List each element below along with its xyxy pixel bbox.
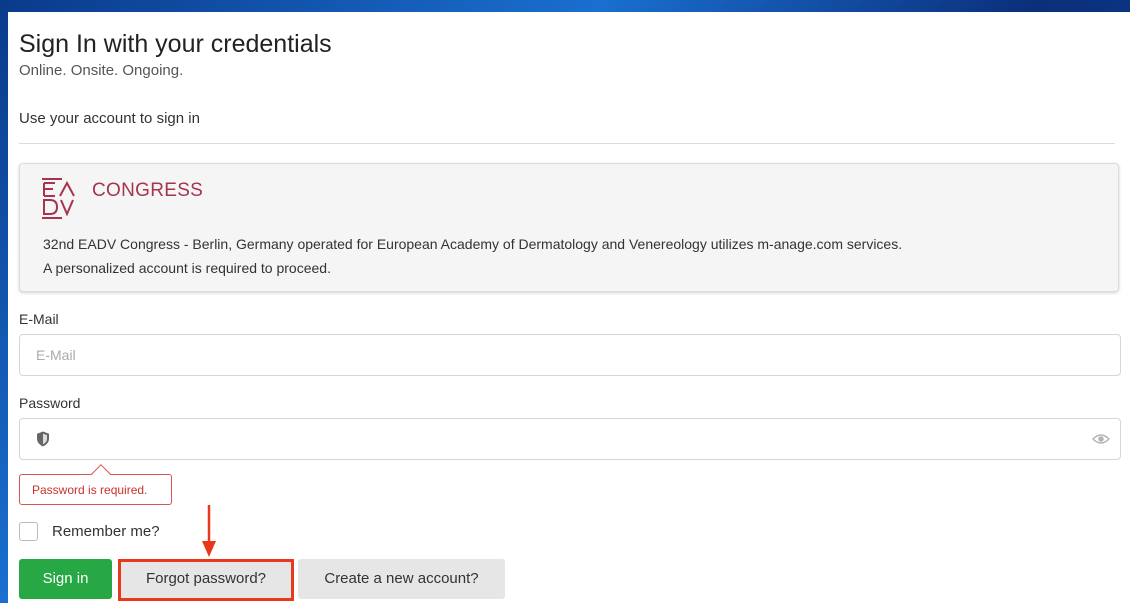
shield-icon <box>37 431 49 447</box>
email-label: E-Mail <box>19 311 59 327</box>
page-subtitle: Online. Onsite. Ongoing. <box>19 62 184 79</box>
email-field[interactable]: E-Mail <box>19 334 1121 376</box>
intro-text: Use your account to sign in <box>19 110 200 127</box>
remember-me-checkbox[interactable] <box>19 522 38 541</box>
password-label: Password <box>19 395 81 411</box>
sign-in-panel: Sign In with your credentials Online. On… <box>8 12 1130 603</box>
password-error-tooltip: Password is required. <box>19 464 172 505</box>
sign-in-button[interactable]: Sign in <box>19 559 112 599</box>
remember-me-label[interactable]: Remember me? <box>52 523 160 540</box>
eye-icon[interactable] <box>1092 432 1110 446</box>
page-title: Sign In with your credentials <box>19 30 332 58</box>
logo-text: CONGRESS <box>92 180 204 201</box>
password-field[interactable] <box>19 418 1121 460</box>
eadv-logo-mark <box>42 178 75 219</box>
password-error-text: Password is required. <box>32 483 148 497</box>
error-caret <box>91 464 111 484</box>
divider <box>19 143 1115 144</box>
service-info-card: CONGRESS 32nd EADV Congress - Berlin, Ge… <box>19 163 1119 292</box>
annotation-arrow-icon <box>202 505 216 557</box>
forgot-password-button[interactable]: Forgot password? <box>120 559 292 599</box>
info-description: 32nd EADV Congress - Berlin, Germany ope… <box>43 236 903 252</box>
email-placeholder: E-Mail <box>36 347 76 363</box>
eadv-congress-logo: CONGRESS <box>42 178 222 220</box>
create-account-button[interactable]: Create a new account? <box>298 559 505 599</box>
info-requirement: A personalized account is required to pr… <box>43 260 331 276</box>
